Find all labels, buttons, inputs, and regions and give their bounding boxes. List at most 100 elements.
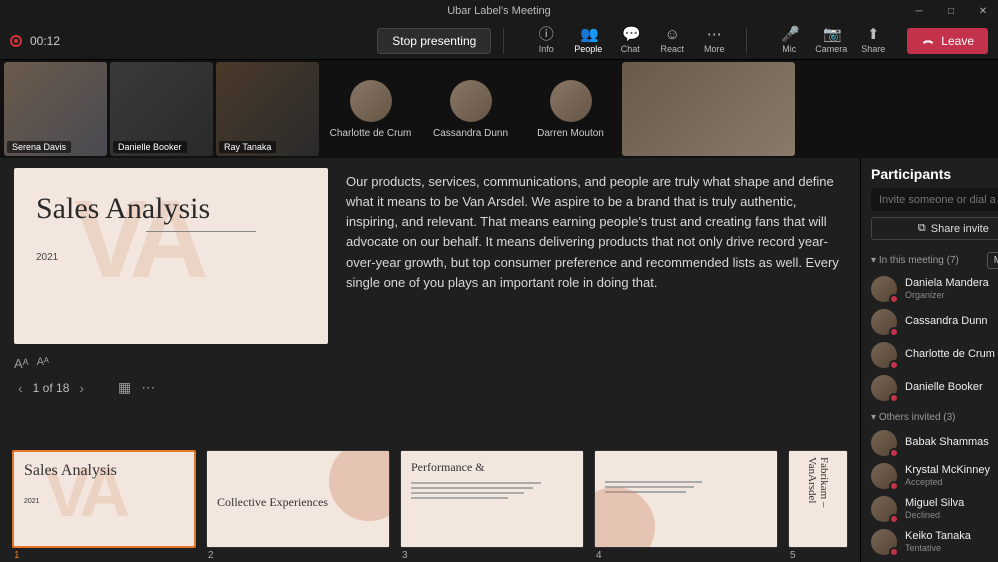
presentation-area: VA Sales Analysis 2021 Our products, ser…: [0, 158, 860, 446]
avatar-tile[interactable]: Cassandra Dunn: [422, 62, 519, 156]
window-title: Ubar Label's Meeting: [447, 5, 551, 17]
thumb-number: 3: [400, 550, 584, 561]
more-button[interactable]: ⋯More: [694, 25, 734, 56]
current-slide[interactable]: VA Sales Analysis 2021: [14, 168, 328, 344]
avatar-icon: [450, 80, 492, 122]
participant-row[interactable]: Charlotte de Crum🎙: [871, 339, 998, 371]
participant-role: Accepted: [905, 477, 998, 488]
link-icon: ⧉: [918, 222, 926, 235]
participant-role: Tentative: [905, 543, 998, 554]
search-input[interactable]: [879, 194, 998, 206]
participant-name: Keiko Tanaka: [905, 530, 998, 543]
participant-name: Daniela Mandera: [905, 277, 998, 290]
participant-row[interactable]: Keiko TanakaTentative: [871, 526, 998, 558]
avatar-icon: [350, 80, 392, 122]
people-icon: 👥: [580, 27, 596, 43]
share-icon: ⬆: [865, 27, 881, 43]
share-button[interactable]: ⬆Share: [853, 25, 893, 56]
section-in-meeting[interactable]: ▾ In this meeting (7): [871, 255, 959, 266]
participant-row[interactable]: Miguel SilvaDeclined: [871, 493, 998, 525]
video-tile[interactable]: Danielle Booker: [110, 62, 213, 156]
react-icon: ☺: [664, 27, 680, 43]
prev-slide-button[interactable]: ‹: [18, 380, 23, 396]
avatar-icon: [871, 463, 897, 489]
people-button[interactable]: 👥People: [568, 25, 608, 56]
minimize-button[interactable]: ─: [904, 0, 934, 22]
participant-name: Cassandra Dunn: [905, 315, 998, 328]
section-others[interactable]: ▾ Others invited (3): [871, 412, 956, 423]
participant-name: Danielle Booker: [905, 381, 998, 394]
maximize-button[interactable]: □: [936, 0, 966, 22]
chat-button[interactable]: 💬Chat: [610, 25, 650, 56]
react-button[interactable]: ☺React: [652, 25, 692, 56]
participant-row[interactable]: Darren Mouton🎙: [871, 405, 998, 408]
toolbar-right-icons: 🎤Mic 📷Camera ⬆Share: [769, 25, 893, 56]
thumbnail[interactable]: Collective Experiences 2: [206, 450, 390, 562]
participant-row[interactable]: Krystal McKinneyAccepted: [871, 460, 998, 492]
slide-more-button[interactable]: ⋯: [141, 379, 155, 396]
meeting-timer: 00:12: [30, 34, 60, 48]
toolbar-divider: [746, 28, 747, 54]
participant-row[interactable]: Babak Shammas: [871, 427, 998, 459]
thumbnail[interactable]: 4: [594, 450, 778, 562]
thumbnail[interactable]: VASales Analysis2021 1: [12, 450, 196, 562]
participant-name: Serena Davis: [7, 141, 71, 153]
video-tile[interactable]: Serena Davis: [4, 62, 107, 156]
avatar-tile[interactable]: Charlotte de Crum: [322, 62, 419, 156]
video-gallery: Serena Davis Danielle Booker Ray Tanaka …: [0, 60, 998, 158]
thumbnail[interactable]: Fabrikam – VanArsdel 5: [788, 450, 848, 562]
participant-name: Charlotte de Crum: [905, 348, 998, 361]
thumb-number: 1: [12, 550, 196, 561]
avatar-icon: [871, 529, 897, 555]
panel-title: Participants: [871, 166, 951, 182]
participant-name: Miguel Silva: [905, 497, 998, 510]
avatar-icon: [871, 309, 897, 335]
participants-panel: Participants ⋯✕ ⌕ ⧉Share invite ▾ In thi…: [860, 158, 998, 562]
info-icon: ⓘ: [538, 27, 554, 43]
avatar-icon: [550, 80, 592, 122]
info-button[interactable]: ⓘInfo: [526, 25, 566, 56]
participant-name: Ray Tanaka: [219, 141, 276, 153]
thumb-number: 5: [788, 550, 848, 561]
camera-button[interactable]: 📷Camera: [811, 25, 851, 56]
participant-role: Organizer: [905, 290, 998, 301]
font-increase-button[interactable]: Aᴬ: [14, 356, 29, 371]
chat-icon: 💬: [622, 27, 638, 43]
participant-name: Babak Shammas: [905, 436, 998, 449]
camera-icon: 📷: [823, 27, 839, 43]
leave-button[interactable]: Leave: [907, 28, 988, 54]
active-speaker-tile[interactable]: [622, 62, 795, 156]
slide-counter: 1 of 18: [33, 381, 70, 395]
meeting-toolbar: 00:12 Stop presenting ⓘInfo 👥People 💬Cha…: [0, 22, 998, 60]
avatar-icon: [871, 342, 897, 368]
thumb-number: 4: [594, 550, 778, 561]
mic-icon: 🎤: [781, 27, 797, 43]
video-tile[interactable]: Ray Tanaka: [216, 62, 319, 156]
close-button[interactable]: ✕: [968, 0, 998, 22]
speaker-notes: Our products, services, communications, …: [346, 168, 846, 348]
grid-view-button[interactable]: ▦: [118, 379, 131, 396]
participant-row[interactable]: Daniela ManderaOrganizer🎙: [871, 273, 998, 305]
title-bar: Ubar Label's Meeting ─ □ ✕: [0, 0, 998, 22]
participant-row[interactable]: Cassandra Dunn🎙: [871, 306, 998, 338]
font-decrease-button[interactable]: Aᴬ: [37, 356, 49, 371]
hangup-icon: [921, 34, 935, 48]
share-invite-button[interactable]: ⧉Share invite: [871, 217, 998, 240]
participant-row[interactable]: Danielle Booker🎙: [871, 372, 998, 404]
slide-year: 2021: [36, 252, 306, 263]
invite-search[interactable]: ⌕: [871, 188, 998, 211]
mute-all-button[interactable]: Mute all: [987, 252, 998, 269]
avatar-icon: [871, 375, 897, 401]
toolbar-divider: [503, 28, 504, 54]
thumbnail[interactable]: Performance & 3: [400, 450, 584, 562]
mic-button[interactable]: 🎤Mic: [769, 25, 809, 56]
avatar-tile[interactable]: Darren Mouton: [522, 62, 619, 156]
participant-role: Declined: [905, 510, 998, 521]
participant-name: Krystal McKinney: [905, 464, 998, 477]
stop-presenting-button[interactable]: Stop presenting: [377, 28, 491, 54]
recording-indicator-icon: [10, 35, 22, 47]
next-slide-button[interactable]: ›: [79, 380, 84, 396]
avatar-icon: [871, 496, 897, 522]
toolbar-center-icons: ⓘInfo 👥People 💬Chat ☺React ⋯More: [526, 25, 734, 56]
avatar-icon: [871, 276, 897, 302]
